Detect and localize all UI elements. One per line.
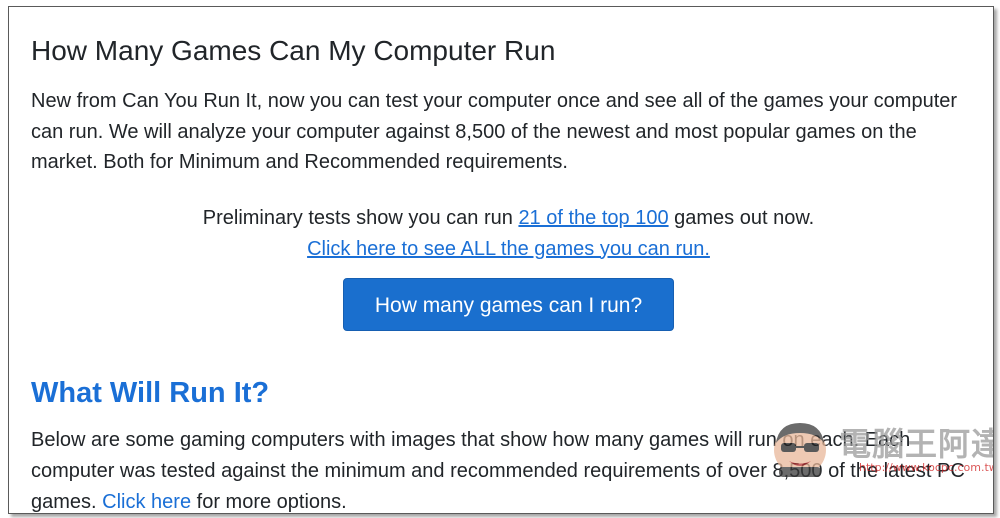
section-paragraph: Below are some gaming computers with ima… [31,425,986,513]
intro-paragraph: New from Can You Run It, now you can tes… [31,90,958,173]
all-games-link[interactable]: Click here to see ALL the games you can … [307,238,710,260]
top-100-link[interactable]: 21 of the top 100 [518,207,668,229]
browser-viewport: How Many Games Can My Computer Run New f… [8,6,994,514]
preliminary-line: Preliminary tests show you can run 21 of… [31,203,986,234]
prelim-text-after: games out now. [668,207,815,229]
page-title: How Many Games Can My Computer Run [31,35,556,66]
how-many-games-button[interactable]: How many games can I run? [343,278,674,331]
section-text-after: for more options. [191,491,347,513]
preliminary-results: Preliminary tests show you can run 21 of… [31,203,986,264]
prelim-text-before: Preliminary tests show you can run [202,207,519,229]
section-heading: What Will Run It? [31,377,270,409]
more-options-link[interactable]: Click here [102,491,191,513]
all-games-line: Click here to see ALL the games you can … [31,234,986,265]
